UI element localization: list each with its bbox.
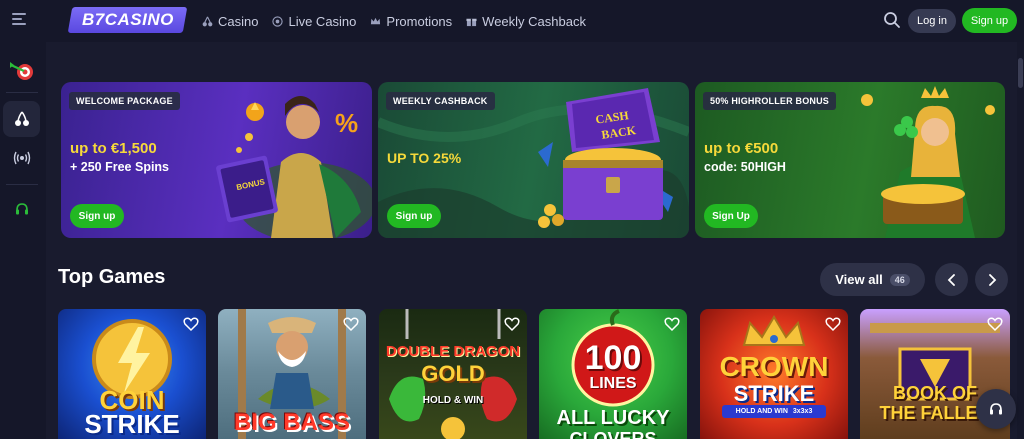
game-title-line4: CLOVERS (569, 429, 657, 439)
sidebar-divider (6, 92, 38, 93)
sidebar-divider (6, 184, 38, 185)
live-support-button[interactable] (976, 389, 1016, 429)
heart-icon[interactable] (183, 316, 199, 332)
promo-banner-welcome[interactable]: BONUS % WELCOME PACKAGE up to €1,500 + 2… (61, 82, 372, 238)
sidebar-item-support[interactable] (3, 191, 40, 227)
heart-icon[interactable] (343, 316, 359, 332)
cherries-icon (14, 111, 29, 126)
game-title-line3: ALL LUCKY (556, 407, 670, 429)
banner-subtitle: + 250 Free Spins (70, 160, 170, 174)
carousel-next-button[interactable] (975, 263, 1008, 296)
heart-icon[interactable] (664, 316, 680, 332)
view-all-button[interactable]: View all 46 (820, 263, 925, 296)
game-title-line1: DOUBLE DRAGON (385, 343, 521, 360)
game-title-line1: BIG BASS (233, 409, 350, 436)
banner-headline: up to €500 (704, 140, 779, 157)
treasure-chest-illustration: CASH BACK (538, 88, 673, 228)
signup-button[interactable]: Sign up (962, 8, 1017, 33)
search-icon[interactable] (883, 11, 901, 29)
nav-weekly-cashback-label: Weekly Cashback (482, 13, 586, 29)
game-card-all-lucky-clovers[interactable]: 100 LINES ALL LUCKY CLOVERS (539, 309, 687, 439)
banner-headline: UP TO 25% (387, 150, 462, 166)
headset-icon (15, 203, 28, 215)
banner-signup-button[interactable]: Sign up (70, 204, 124, 228)
percent-icon: % (335, 108, 358, 138)
carousel-prev-button[interactable] (935, 263, 968, 296)
page-scrollbar[interactable] (1017, 42, 1024, 439)
queen-illustration (861, 86, 995, 238)
view-all-label: View all (835, 272, 883, 287)
nav-casino-label: Casino (218, 13, 259, 29)
game-card-crown-strike[interactable]: CROWN STRIKE HOLD AND WIN 3x3x3 (700, 309, 848, 439)
banner-tag: 50% HIGHROLLER BONUS (703, 92, 837, 110)
hamburger-menu-icon[interactable] (12, 13, 28, 27)
section-title-top-games: Top Games (58, 266, 166, 288)
game-card-big-bass[interactable]: BIG BASS (218, 309, 366, 439)
headset-icon (990, 403, 1002, 415)
banner-subtitle: code: 50HIGH (704, 160, 786, 174)
login-button[interactable]: Log in (908, 9, 956, 33)
game-subtitle-band: HOLD AND WIN 3x3x3 (722, 405, 826, 418)
left-sidebar (0, 42, 46, 439)
chevron-left-icon (947, 273, 955, 286)
broadcast-icon (13, 151, 30, 165)
gift-icon (466, 18, 477, 26)
banner-tag: WELCOME PACKAGE (69, 92, 180, 110)
heart-icon[interactable] (987, 316, 1003, 332)
banner-signup-button[interactable]: Sign Up (704, 204, 758, 228)
top-header: B7CASINO Casino Live Casino Promotions W… (0, 0, 1024, 42)
game-title-line1: 100 (584, 339, 642, 377)
banner-headline: up to €1,500 (70, 140, 157, 157)
game-title-line1: CROWN (719, 351, 829, 382)
logo-text: B7CASINO (81, 10, 174, 29)
live-icon (272, 15, 284, 27)
nav-promotions-label: Promotions (386, 13, 453, 29)
heart-icon[interactable] (504, 316, 520, 332)
nav-weekly-cashback[interactable]: Weekly Cashback (466, 14, 586, 29)
warrior-illustration: BONUS % (216, 96, 372, 238)
game-card-coin-strike[interactable]: COIN STRIKE (58, 309, 206, 439)
page-scrollbar-thumb[interactable] (1018, 58, 1023, 88)
game-title-line3: HOLD & WIN (422, 395, 484, 406)
nav-promotions[interactable]: Promotions (370, 14, 452, 29)
heart-icon[interactable] (825, 316, 841, 332)
game-title-line3: HOLD AND WIN (735, 408, 788, 415)
main-nav: Casino Live Casino Promotions Weekly Cas… (202, 0, 586, 42)
promo-banner-cashback[interactable]: CASH BACK WEEKLY CASHBACK UP TO 25% Sign… (378, 82, 689, 238)
nav-live-casino-label: Live Casino (288, 13, 357, 29)
nav-live-casino[interactable]: Live Casino (272, 14, 356, 29)
casino-logo[interactable]: B7CASINO (67, 7, 188, 33)
promo-banner-highroller[interactable]: 50% HIGHROLLER BONUS up to €500 code: 50… (695, 82, 1005, 238)
sidebar-item-live[interactable] (3, 140, 40, 176)
game-title-line2: STRIKE (84, 409, 180, 439)
cherries-icon (202, 16, 213, 26)
nav-casino[interactable]: Casino (202, 14, 258, 29)
games-count-badge: 46 (889, 273, 910, 286)
game-title-line2: LINES (589, 375, 637, 392)
crown-icon (371, 17, 381, 24)
game-title-line2: GOLD (421, 361, 485, 386)
sidebar-item-casino[interactable] (3, 101, 40, 137)
target-icon (9, 62, 33, 80)
banner-tag: WEEKLY CASHBACK (386, 92, 495, 110)
game-title-line4: 3x3x3 (792, 408, 813, 415)
chevron-right-icon (988, 273, 996, 286)
banner-signup-button[interactable]: Sign up (387, 204, 441, 228)
game-title-line2: STRIKE (733, 381, 815, 406)
sidebar-item-sports[interactable] (3, 53, 40, 89)
game-card-double-dragon-gold[interactable]: DOUBLE DRAGON GOLD HOLD & WIN (379, 309, 527, 439)
